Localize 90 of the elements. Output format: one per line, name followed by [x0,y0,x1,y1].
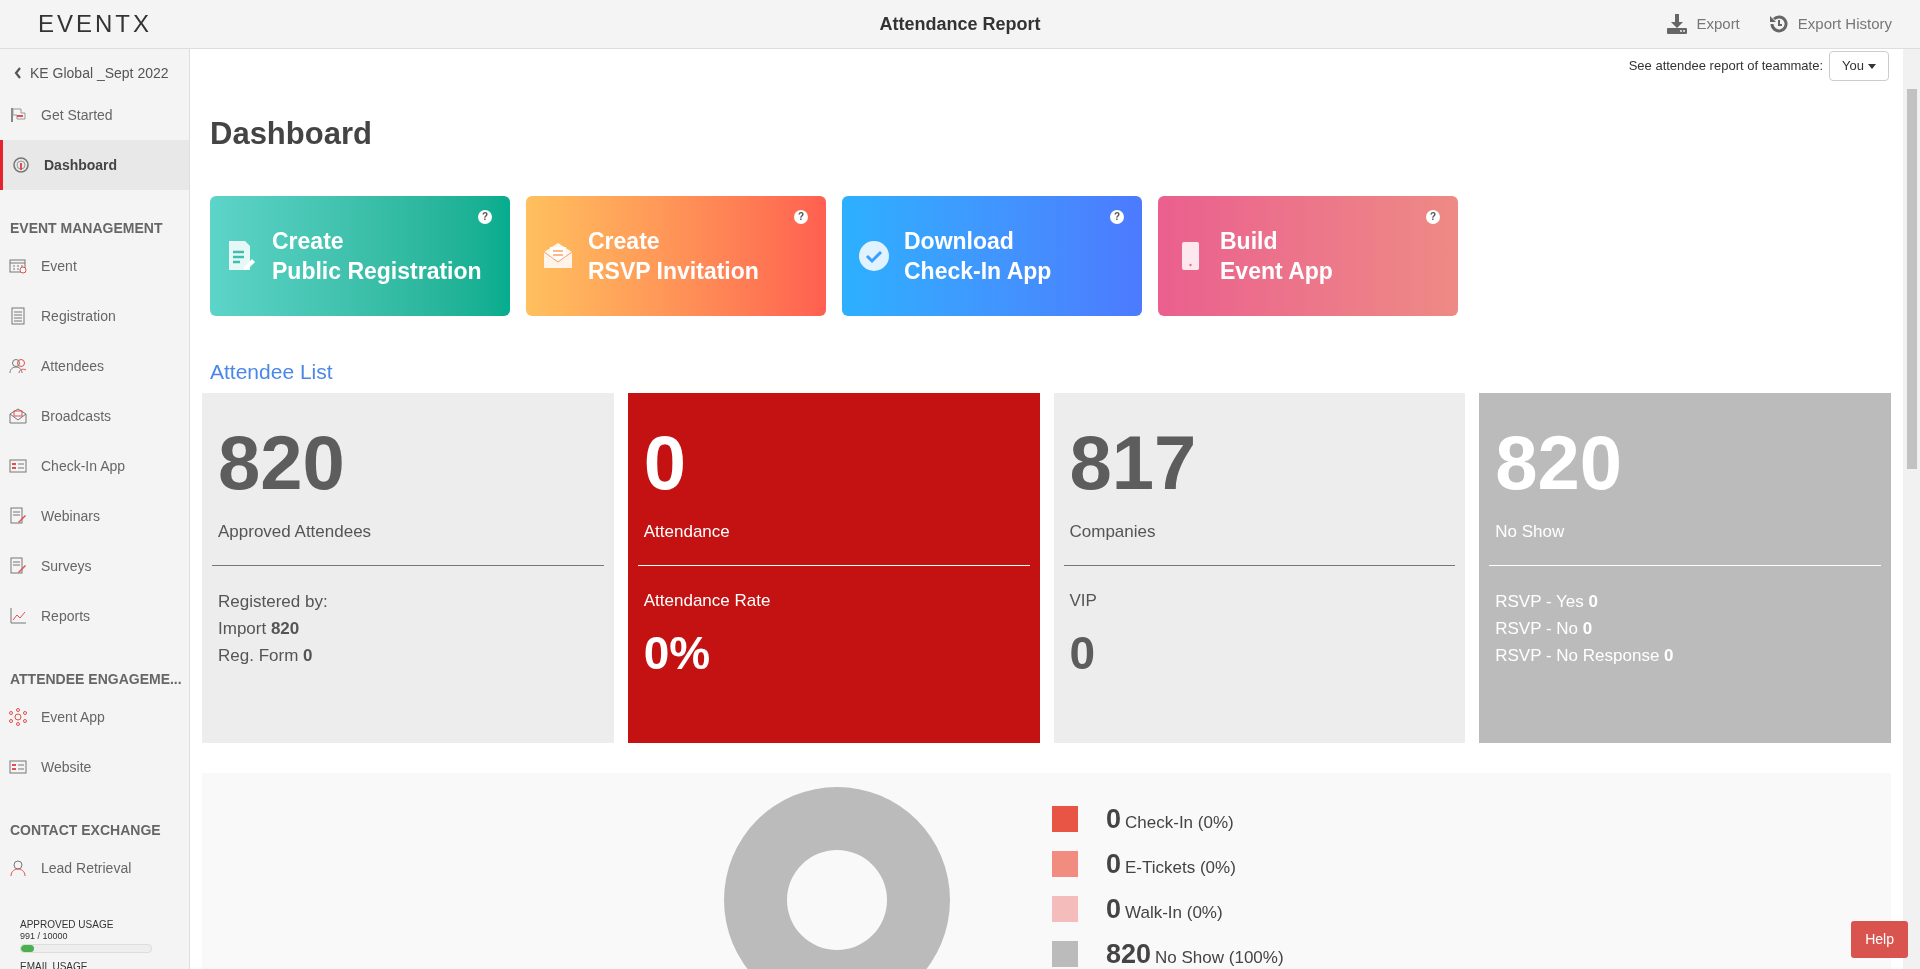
legend-label: Walk-In (0%) [1125,901,1223,924]
stat-sub-label: VIP [1069,589,1098,612]
stat-sub-label: Attendance Rate [643,589,772,612]
stat-label: Approved Attendees [218,521,373,543]
sidebar-item[interactable]: Registration [0,291,189,341]
teammate-label: See attendee report of teammate: [1628,57,1824,76]
download-icon [1666,13,1689,35]
card-title: Download [904,226,1015,256]
sidebar-item[interactable]: Webinars [0,491,189,541]
page-heading: Dashboard [210,115,373,153]
usage-reading: 991 / 10000 [20,931,69,942]
stat-label: Companies [1069,521,1157,543]
help-icon[interactable]: ? [1110,209,1124,224]
card-title: Event App [1220,256,1333,286]
check-circle-icon [858,239,890,272]
back-link[interactable]: KE Global _Sept 2022 [0,61,189,85]
stat-value: 0 [643,423,688,503]
stat-detail: Reg. Form 0 [218,644,314,667]
network-icon [9,708,27,726]
document-icon [9,307,27,325]
action-card[interactable]: Build Event App ? [1158,195,1458,316]
card-title: Check-In App [904,256,1052,286]
caret-down-icon [1868,63,1876,69]
stat-sub-value: 0% [643,626,712,681]
section-heading: CONTACT EXCHANGE [9,821,162,840]
document-edit-icon [9,557,27,575]
sidebar-item[interactable]: Reports [0,591,189,641]
usage-label: APPROVED USAGE [20,919,115,931]
teammate-dropdown[interactable]: You [1829,51,1889,81]
help-icon[interactable]: ? [478,209,492,224]
chevron-left-icon [14,67,22,79]
legend-label: No Show (100%) [1155,946,1284,969]
export-history-button[interactable]: Export History [1767,12,1892,36]
help-button[interactable]: Help [1851,921,1908,958]
legend-count: 820 [1106,937,1152,969]
sidebar-item[interactable]: Event [0,241,189,291]
stat-detail: RSVP - No Response 0 [1495,644,1675,667]
sidebar-item[interactable]: Check-In App [0,441,189,491]
scrollbar[interactable] [1903,49,1920,969]
stat-sub-value: 0 [1069,626,1097,681]
card-title: Build [1220,226,1279,256]
document-edit-icon [9,507,27,525]
card-title: Create [272,226,345,256]
card-title: RSVP Invitation [588,256,759,286]
card-title: Public Registration [272,256,482,286]
stat-label: No Show [1495,521,1566,543]
stat-detail: Registered by: [218,590,329,613]
stat-detail: Import 820 [218,617,301,640]
form-icon [226,239,258,272]
sidebar-item[interactable]: Dashboard [0,140,189,190]
export-button[interactable]: Export [1666,12,1740,36]
action-card[interactable]: Create Public Registration ? [210,195,510,316]
gauge-icon [12,156,30,174]
sidebar-item[interactable]: Surveys [0,541,189,591]
flag-icon [9,106,27,124]
sidebar-item[interactable]: Event App [0,692,189,742]
section-heading: ATTENDEE ENGAGEME... [9,670,183,689]
history-icon [1767,13,1790,35]
help-icon[interactable]: ? [794,209,808,224]
stat-value: 820 [1495,423,1624,503]
legend-count: 0 [1106,892,1122,926]
people-icon [9,357,27,375]
legend-label: Check-In (0%) [1125,811,1234,834]
legend-count: 0 [1106,802,1122,836]
sidebar-item[interactable]: Website [0,742,189,792]
stat-label: Attendance [643,521,731,543]
calendar-icon [9,257,27,275]
envelope-icon [9,407,27,425]
action-card[interactable]: Download Check-In App ? [842,195,1142,316]
sidebar-item[interactable]: Attendees [0,341,189,391]
card-title: Create [588,226,661,256]
list-icon [9,758,27,776]
section-heading: EVENT MANAGEMENT [9,219,164,238]
sidebar-item[interactable]: Lead Retrieval [0,843,189,893]
stat-value: 820 [218,423,346,503]
action-card[interactable]: Create RSVP Invitation ? [526,195,826,316]
line-chart-icon [9,607,27,625]
stat-detail: RSVP - No 0 [1495,617,1594,640]
sidebar-item[interactable]: Broadcasts [0,391,189,441]
list-icon [9,457,27,475]
page-title: Attendance Report [879,13,1041,34]
person-icon [9,859,27,877]
section-title: Attendee List [210,358,334,385]
sidebar-item[interactable]: Get Started [0,90,189,140]
stat-value: 817 [1069,423,1198,503]
legend-count: 0 [1106,847,1122,881]
help-icon[interactable]: ? [1426,209,1440,224]
legend-label: E-Tickets (0%) [1125,856,1236,879]
logo: EVENTX [38,9,152,39]
stat-detail: RSVP - Yes 0 [1495,590,1599,613]
